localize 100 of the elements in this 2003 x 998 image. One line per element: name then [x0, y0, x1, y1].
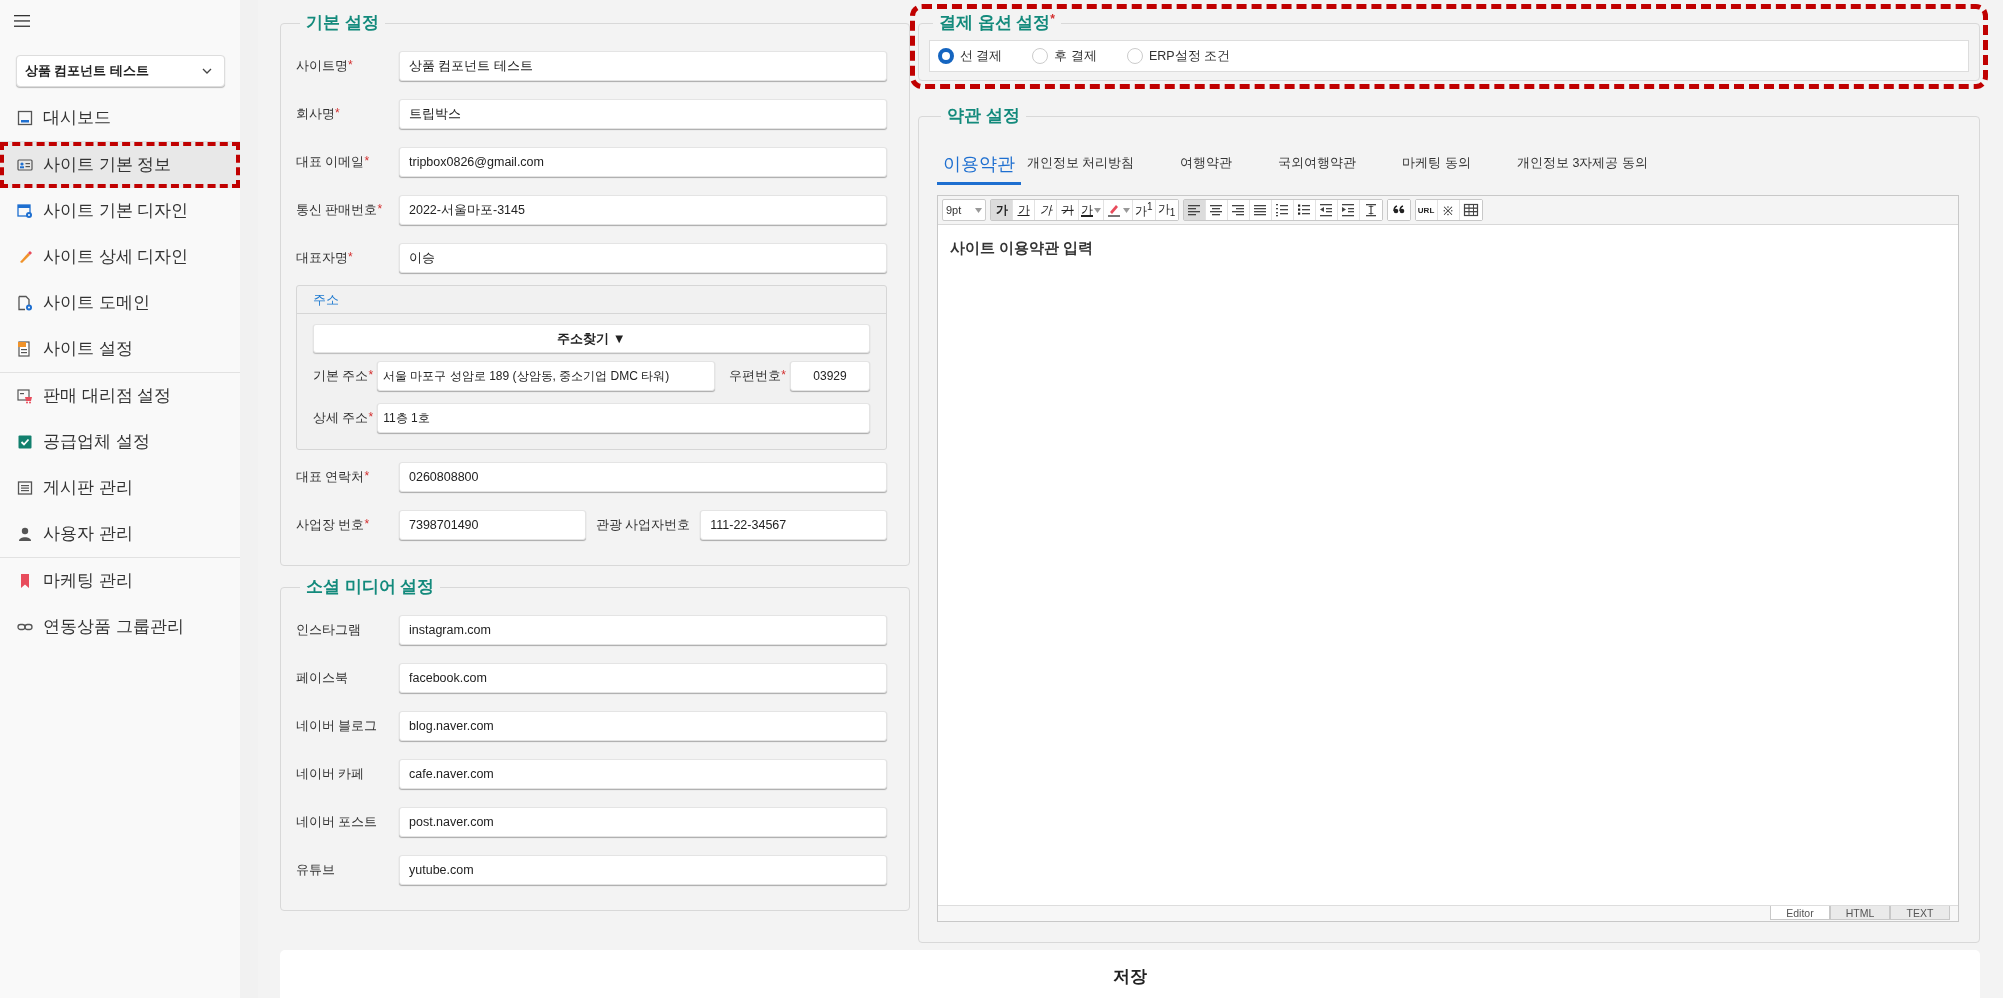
text-field[interactable]: cafe.naver.com — [399, 759, 887, 789]
field-label: 통신 판매번호* — [296, 201, 384, 219]
sidebar-item[interactable]: 사이트 설정 — [0, 326, 240, 372]
table-icon — [1462, 202, 1479, 218]
sidebar-item-label: 사이트 상세 디자인 — [43, 246, 189, 267]
caret-icon — [1123, 207, 1130, 213]
sidebar-item[interactable]: 사이트 기본 디자인 — [0, 188, 240, 234]
sidebar-item-label: 연동상품 그룹관리 — [43, 616, 184, 637]
field-label: 상세 주소* — [313, 409, 374, 427]
store-cart-icon — [17, 388, 33, 404]
sidebar-item-label: 사이트 설정 — [43, 338, 133, 359]
editor-mode-tab[interactable]: TEXT — [1890, 906, 1950, 920]
caret-icon — [975, 207, 982, 213]
font-size-dropdown[interactable]: 9pt — [942, 199, 986, 221]
field-label: 기본 주소* — [313, 367, 374, 385]
address-title: 주소 — [297, 286, 886, 314]
align-right-icon — [1230, 202, 1247, 218]
terms-tab[interactable]: 이용약관 — [937, 152, 1021, 185]
text-field[interactable]: tripbox0826@gmail.com — [399, 147, 887, 177]
field-label: 인스타그램 — [296, 621, 362, 639]
field-label: 유튜브 — [296, 861, 336, 879]
text-field[interactable]: 03929 — [790, 361, 870, 391]
text-field[interactable]: yutube.com — [399, 855, 887, 885]
align-left-icon — [1186, 202, 1203, 218]
section-title: 기본 설정 — [305, 12, 380, 33]
sidebar-item[interactable]: 사이트 기본 정보 — [0, 142, 240, 188]
bold-button[interactable]: 가 — [991, 200, 1013, 220]
text-field[interactable]: 11층 1호 — [377, 403, 870, 433]
user-icon — [17, 526, 33, 542]
pencil-icon — [17, 249, 33, 265]
indent-icon — [1340, 202, 1357, 218]
text-field[interactable]: 0260808800 — [399, 462, 887, 492]
radio-option[interactable]: 선 결제 — [938, 47, 1003, 65]
field-label: 사이트명* — [296, 57, 354, 75]
field-label: 우편번호* — [729, 367, 786, 385]
text-field[interactable]: facebook.com — [399, 663, 887, 693]
highlighter-icon — [1106, 202, 1122, 218]
sub-button[interactable]: 가$_{1}$ — [1155, 200, 1178, 220]
text-field[interactable]: 상품 컴포넌트 테스트 — [399, 51, 887, 81]
sup-button[interactable]: 가$^{1}$ — [1133, 200, 1156, 220]
color-button[interactable]: 가 — [1079, 200, 1104, 220]
editor-mode-tab[interactable]: HTML — [1830, 906, 1890, 920]
quote-button[interactable] — [1387, 200, 1410, 220]
radio-option[interactable]: 후 결제 — [1032, 47, 1097, 65]
id-card-icon — [17, 157, 33, 173]
sidebar-item[interactable]: 대시보드 — [0, 95, 240, 141]
sidebar-item[interactable]: 사용자 관리 — [0, 511, 240, 557]
field-label: 네이버 포스트 — [296, 813, 379, 831]
text-field[interactable]: 7398701490 — [399, 510, 586, 540]
window-gear-icon — [17, 203, 33, 219]
editor-content[interactable]: 사이트 이용약관 입력 — [938, 225, 1958, 905]
terms-tab[interactable]: 국외여행약관 — [1272, 155, 1363, 185]
field-label: 대표 연락처* — [296, 468, 371, 486]
sidebar-item[interactable]: 사이트 상세 디자인 — [0, 234, 240, 280]
text-field[interactable]: 2022-서울마포-3145 — [399, 195, 887, 225]
left-button[interactable] — [1183, 200, 1206, 220]
terms-tab[interactable]: 개인정보 3자제공 동의 — [1510, 155, 1654, 185]
field-label: 대표 이메일* — [296, 153, 371, 171]
sidebar-item[interactable]: 공급업체 설정 — [0, 419, 240, 465]
terms-tab[interactable]: 여행약관 — [1174, 155, 1239, 185]
sidebar-item-label: 사용자 관리 — [43, 523, 133, 544]
align-justify-icon — [1252, 202, 1269, 218]
sidebar-item[interactable]: 연동상품 그룹관리 — [0, 604, 240, 650]
terms-tab[interactable]: 개인정보 처리방침 — [1021, 155, 1141, 185]
sidebar-item-label: 사이트 기본 디자인 — [43, 200, 189, 221]
save-button[interactable]: 저장 — [280, 950, 1980, 998]
section-title: 소셜 미디어 설정 — [305, 576, 436, 597]
text-field[interactable]: 이승 — [399, 243, 887, 273]
sidebar-item-label: 사이트 도메인 — [43, 292, 150, 313]
sidebar-item-label: 판매 대리점 설정 — [43, 385, 172, 406]
field-label: 네이버 블로그 — [296, 717, 379, 735]
section-title: 결제 옵션 설정* — [938, 12, 1056, 33]
sidebar-item[interactable]: 판매 대리점 설정 — [0, 373, 240, 419]
text-field[interactable]: blog.naver.com — [399, 711, 887, 741]
text-field[interactable]: 111-22-34567 — [700, 510, 887, 540]
field-label: 회사명* — [296, 105, 341, 123]
sidebar-item[interactable]: 게시판 관리 — [0, 465, 240, 511]
list-icon — [17, 480, 33, 496]
settings-document-icon — [17, 341, 33, 357]
text-field[interactable]: 트립박스 — [399, 99, 887, 129]
url-button[interactable]: URL — [1415, 200, 1438, 220]
editor-mode-tab[interactable]: Editor — [1770, 906, 1830, 920]
align-center-icon — [1208, 202, 1225, 218]
menu-icon[interactable] — [14, 14, 30, 28]
radio-option[interactable]: ERP설정 조건 — [1126, 47, 1231, 65]
monitor-icon — [17, 110, 33, 126]
section-title: 약관 설정 — [946, 105, 1021, 126]
field-label: 관광 사업자번호 — [595, 516, 691, 534]
text-field[interactable]: 서울 마포구 성암로 189 (상암동, 중소기업 DMC 타워) — [377, 361, 716, 391]
text-field[interactable]: post.naver.com — [399, 807, 887, 837]
site-dropdown[interactable]: 상품 컴포넌트 테스트 — [16, 55, 225, 87]
sidebar-item-label: 공급업체 설정 — [43, 431, 150, 452]
sidebar-item[interactable]: 사이트 도메인 — [0, 280, 240, 326]
document-gear-icon — [17, 295, 33, 311]
text-field[interactable]: instagram.com — [399, 615, 887, 645]
terms-tab[interactable]: 마케팅 동의 — [1396, 155, 1477, 185]
bullet-list-icon — [1296, 202, 1313, 218]
address-search-button[interactable]: 주소찾기 ▼ — [313, 324, 870, 353]
field-label: 페이스북 — [296, 669, 349, 687]
sidebar-item[interactable]: 마케팅 관리 — [0, 558, 240, 604]
